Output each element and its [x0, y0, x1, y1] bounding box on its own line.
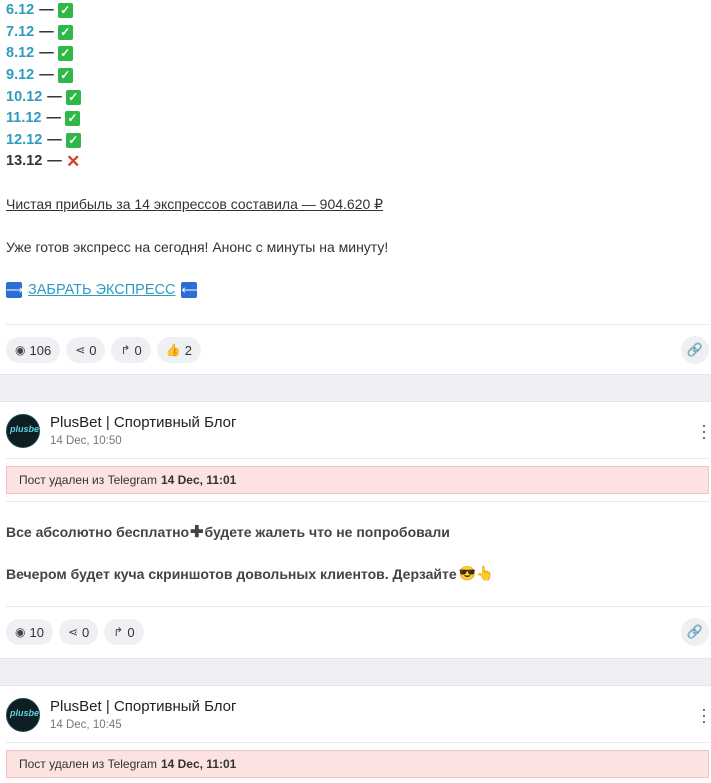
check-icon: ✓	[65, 132, 81, 148]
shares-counter[interactable]: ⋖ 0	[66, 337, 106, 363]
result-separator: —	[39, 2, 54, 19]
result-separator: —	[39, 23, 54, 40]
check-icon: ✓	[57, 3, 73, 19]
pointing-up-icon: 👆	[476, 565, 494, 581]
result-row: 12.12— ✓	[6, 130, 81, 152]
eye-icon: ◉	[15, 343, 26, 357]
result-date: 10.12	[6, 88, 43, 105]
more-options-icon[interactable]: · · ·	[701, 416, 707, 446]
result-row: 13.12— ✕	[6, 151, 81, 173]
post-card: plusbet PlusBet | Спортивный Блог 14 Dec…	[0, 685, 711, 783]
copy-link-button[interactable]: 🔗	[681, 336, 709, 364]
arrow-left-icon: ⟵	[181, 282, 199, 298]
avatar[interactable]: plusbet	[6, 698, 40, 732]
result-separator: —	[47, 153, 62, 170]
arrow-right-icon: ⟶	[6, 282, 24, 298]
profit-summary[interactable]: Чистая прибыль за 14 экспрессов составил…	[6, 196, 383, 213]
share-icon: ⋖	[67, 625, 79, 639]
result-row: 7.12— ✓	[6, 22, 81, 44]
likes-counter[interactable]: 👍 2	[156, 337, 201, 363]
result-row: 9.12— ✓	[6, 65, 81, 87]
post-card: plusbet PlusBet | Спортивный Блог 14 Dec…	[0, 401, 711, 659]
post-stats: ◉ 10 ⋖ 0 ↱ 0	[6, 619, 144, 645]
share-icon: ⋖	[75, 343, 86, 357]
post-text-line: Вечером будет куча скриншотов довольных …	[6, 565, 494, 582]
result-date: 12.12	[6, 131, 43, 148]
post-separator	[0, 375, 711, 401]
result-separator: —	[39, 67, 54, 84]
check-icon: ✓	[65, 89, 81, 105]
result-separator: —	[39, 45, 54, 62]
result-row: 10.12— ✓	[6, 86, 81, 108]
cross-icon: ✕	[66, 152, 81, 172]
views-counter[interactable]: ◉ 10	[6, 619, 53, 645]
cross-icon: ✚	[190, 524, 204, 541]
result-date: 8.12	[6, 45, 35, 62]
results-list: 6.12— ✓ 7.12— ✓ 8.12— ✓ 9.12— ✓ 10.12— ✓ 11.12— ✓ 12…	[6, 0, 81, 173]
post-time: 14 Dec, 10:45	[50, 719, 122, 731]
divider	[6, 458, 709, 459]
views-counter[interactable]: ◉ 106	[6, 337, 61, 363]
result-separator: —	[47, 131, 62, 148]
deleted-notice: Пост удален из Telegram 14 Dec, 11:01	[6, 750, 709, 778]
forward-icon: ↱	[120, 343, 131, 357]
more-options-icon[interactable]: · · ·	[701, 700, 707, 730]
forwards-counter[interactable]: ↱ 0	[104, 619, 144, 645]
check-icon: ✓	[57, 24, 73, 40]
post-text-line: Все абсолютно бесплатно ✚ будете жалеть …	[6, 524, 450, 541]
check-icon: ✓	[57, 46, 73, 62]
eye-icon: ◉	[15, 625, 26, 639]
link-icon: 🔗	[686, 342, 704, 357]
express-link-row: ⟶ ЗАБРАТЬ ЭКСПРЕСС ⟵	[6, 282, 199, 298]
channel-name[interactable]: PlusBet | Спортивный Блог	[50, 698, 236, 715]
post-separator	[0, 659, 711, 685]
thumbs-up-icon: 👍	[165, 343, 181, 357]
deleted-notice: Пост удален из Telegram 14 Dec, 11:01	[6, 466, 709, 494]
result-row: 11.12— ✓	[6, 108, 81, 130]
avatar[interactable]: plusbet	[6, 414, 40, 448]
forward-icon: ↱	[113, 625, 124, 639]
post-time: 14 Dec, 10:50	[50, 435, 122, 447]
forwards-counter[interactable]: ↱ 0	[111, 337, 151, 363]
result-date: 7.12	[6, 23, 35, 40]
copy-link-button[interactable]: 🔗	[681, 618, 709, 646]
divider	[6, 324, 709, 325]
post-stats: ◉ 106 ⋖ 0 ↱ 0 👍 2	[6, 337, 201, 363]
divider	[6, 606, 709, 607]
result-row: 6.12— ✓	[6, 0, 81, 22]
shares-counter[interactable]: ⋖ 0	[58, 619, 99, 645]
divider	[6, 742, 709, 743]
result-date: 9.12	[6, 67, 35, 84]
result-date: 13.12	[6, 153, 43, 170]
check-icon: ✓	[65, 111, 80, 127]
result-separator: —	[47, 88, 62, 105]
result-row: 8.12— ✓	[6, 43, 81, 65]
post-card: 6.12— ✓ 7.12— ✓ 8.12— ✓ 9.12— ✓ 10.12— ✓ 11.12— ✓ 12…	[0, 0, 711, 375]
result-date: 6.12	[6, 2, 35, 19]
result-separator: —	[46, 110, 62, 127]
divider	[6, 501, 709, 502]
get-express-link[interactable]: ЗАБРАТЬ ЭКСПРЕСС	[28, 282, 175, 298]
check-icon: ✓	[57, 68, 73, 84]
link-icon: 🔗	[686, 624, 704, 639]
channel-name[interactable]: PlusBet | Спортивный Блог	[50, 414, 236, 431]
cool-face-icon: 😎	[458, 565, 477, 581]
result-date: 11.12	[6, 110, 42, 127]
announcement-text: Уже готов экспресс на сегодня! Анонс с м…	[6, 239, 389, 255]
